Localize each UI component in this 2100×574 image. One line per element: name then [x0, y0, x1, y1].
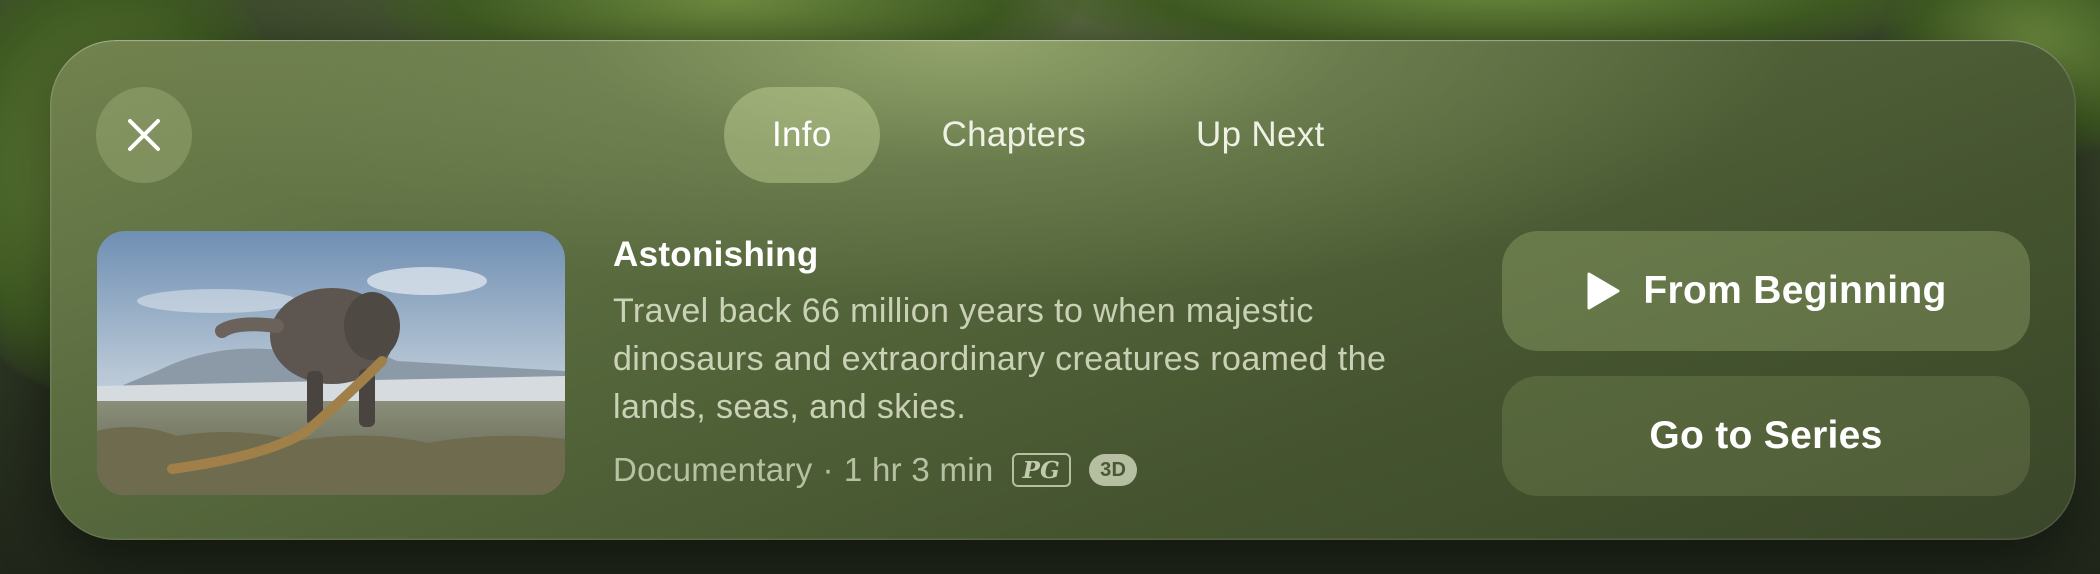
- close-icon: [128, 119, 160, 151]
- info-panel: Info Chapters Up Next Astonishing Travel…: [50, 40, 2076, 540]
- close-button[interactable]: [96, 87, 192, 183]
- episode-description: Travel back 66 million years to when maj…: [613, 292, 1387, 426]
- format-badge: 3D: [1089, 454, 1138, 486]
- tab-info[interactable]: Info: [724, 87, 880, 183]
- rating-badge: PG: [1011, 453, 1072, 487]
- episode-metadata: Documentary · 1 hr 3 min PG 3D: [613, 450, 1138, 490]
- tab-bar: Info Chapters Up Next: [724, 87, 1387, 183]
- episode-thumbnail: [97, 231, 565, 495]
- go-to-series-button[interactable]: Go to Series: [1502, 376, 2030, 496]
- genre-label: Documentary: [613, 451, 813, 488]
- duration-label: 1 hr 3 min: [843, 451, 994, 488]
- tab-chapters[interactable]: Chapters: [894, 87, 1134, 183]
- play-icon: [1587, 272, 1620, 310]
- tab-up-next[interactable]: Up Next: [1148, 87, 1373, 183]
- series-button-label: Go to Series: [1649, 414, 1883, 457]
- episode-title: Astonishing: [613, 235, 819, 274]
- play-button-label: From Beginning: [1643, 269, 1947, 312]
- play-from-beginning-button[interactable]: From Beginning: [1502, 231, 2030, 351]
- meta-separator: ·: [822, 451, 834, 488]
